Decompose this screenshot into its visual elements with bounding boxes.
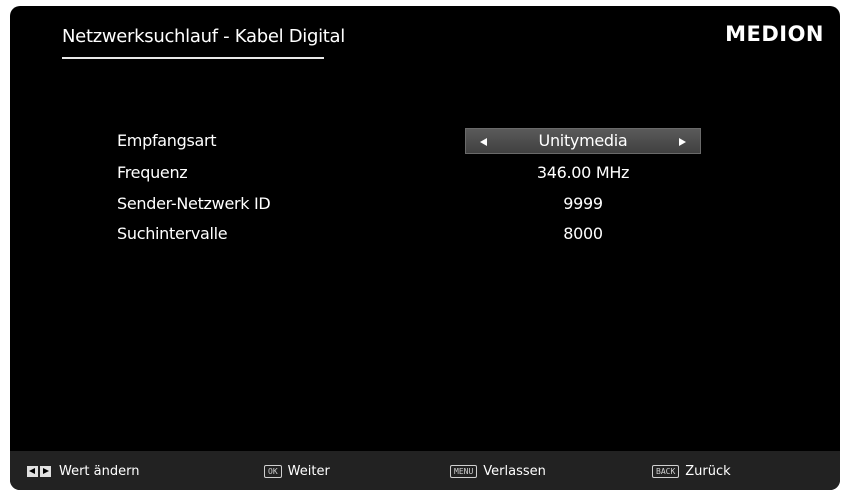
setting-value: 8000 (563, 224, 603, 243)
setting-label: Suchintervalle (117, 224, 228, 243)
hint-change-value[interactable]: Wert ändern (27, 463, 139, 479)
setting-row-frequenz[interactable]: Frequenz 346.00 MHz (10, 160, 840, 186)
setting-value: Unitymedia (538, 131, 628, 150)
setting-row-empfangsart[interactable]: Empfangsart Unitymedia (10, 128, 840, 154)
left-right-arrow-keys-icon (27, 465, 53, 477)
setting-label: Frequenz (117, 163, 188, 182)
setting-label: Empfangsart (117, 131, 217, 150)
arrow-right-icon[interactable] (679, 138, 686, 146)
hint-back[interactable]: BACK Zurück (652, 463, 731, 479)
title-underline (62, 57, 324, 59)
setting-label: Sender-Netzwerk ID (117, 194, 271, 213)
hint-label: Zurück (685, 463, 731, 479)
hint-label: Wert ändern (59, 463, 140, 479)
left-arrow-key-icon (27, 465, 38, 477)
brand-logo: MEDION (725, 22, 824, 46)
ok-key-icon: OK (264, 464, 282, 478)
setting-value: 346.00 MHz (536, 163, 630, 182)
hint-label: Weiter (287, 463, 330, 479)
setting-row-suchintervalle[interactable]: Suchintervalle 8000 (10, 221, 840, 247)
footer-bar: Wert ändern OK Weiter MENU Verlassen BAC… (10, 451, 840, 490)
hint-label: Verlassen (483, 463, 546, 479)
page-title: Netzwerksuchlauf - Kabel Digital (62, 26, 345, 47)
right-arrow-key-icon (40, 465, 51, 477)
menu-key-icon: MENU (450, 464, 478, 478)
tv-screen: Netzwerksuchlauf - Kabel Digital MEDION … (10, 6, 840, 490)
setting-row-netzwerk-id[interactable]: Sender-Netzwerk ID 9999 (10, 191, 840, 217)
empfangsart-selector[interactable]: Unitymedia (465, 128, 701, 154)
back-key-icon: BACK (652, 464, 680, 478)
hint-next[interactable]: OK Weiter (264, 463, 330, 479)
setting-value: 9999 (563, 194, 603, 213)
hint-exit[interactable]: MENU Verlassen (450, 463, 546, 479)
